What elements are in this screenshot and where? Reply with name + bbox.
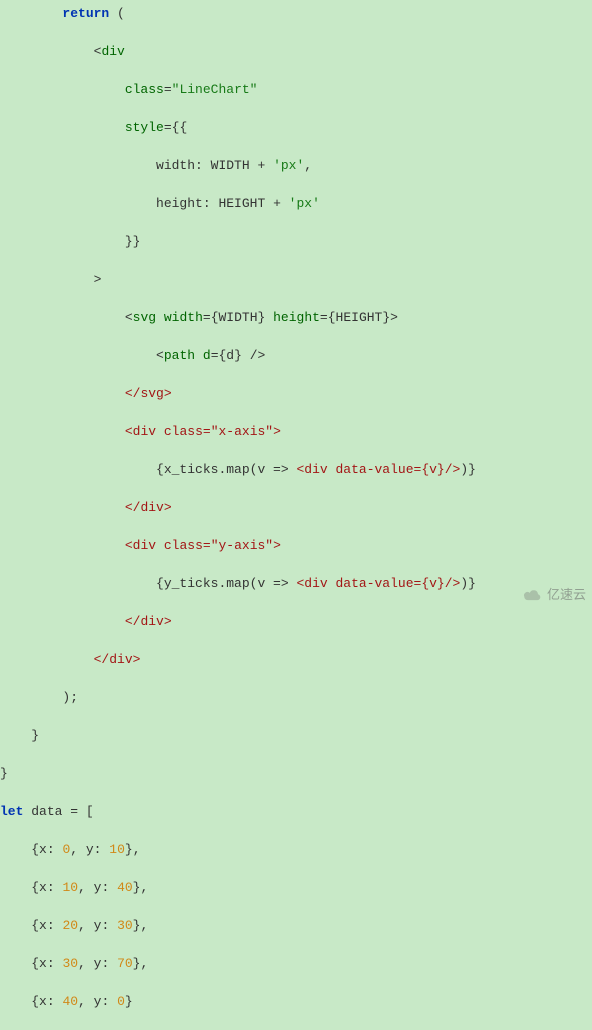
code-block: return ( <div class="LineChart" style={{… xyxy=(0,0,592,1030)
keyword-return: return xyxy=(62,6,109,21)
close-outer-div: </div> xyxy=(94,652,141,667)
var-data: data xyxy=(31,804,62,819)
tag-path: path xyxy=(164,348,195,363)
tag-svg: svg xyxy=(133,310,156,325)
close-svg: </svg> xyxy=(125,386,172,401)
div-xaxis-open: <div class="x-axis"> xyxy=(125,424,281,439)
tag-div-open: div xyxy=(101,44,124,59)
close-div: </div> xyxy=(125,500,172,515)
class-linechart: "LineChart" xyxy=(172,82,258,97)
keyword-let: let xyxy=(0,804,23,819)
div-yaxis-open: <div class="y-axis"> xyxy=(125,538,281,553)
